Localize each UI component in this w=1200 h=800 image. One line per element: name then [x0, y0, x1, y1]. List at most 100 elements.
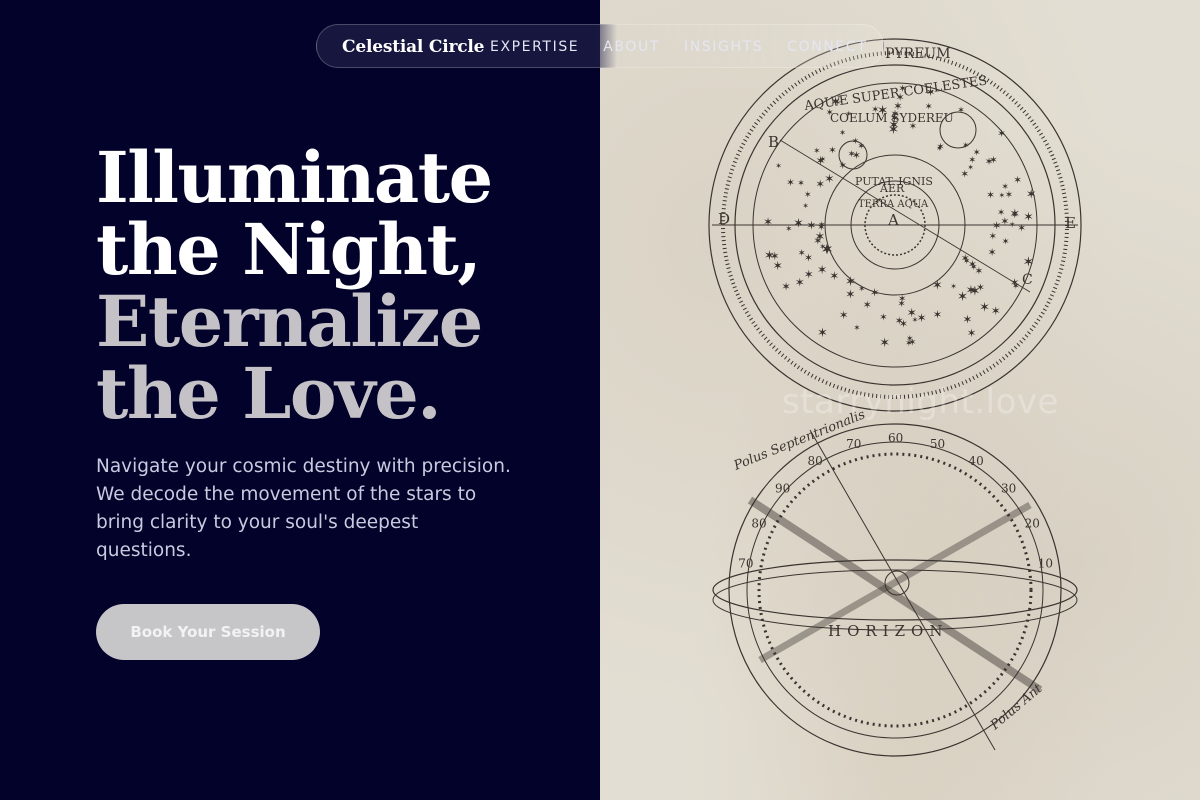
star-icon: ✶: [1002, 237, 1010, 248]
navbar: Celestial Circle EXPERTISE ABOUT INSIGHT…: [316, 24, 884, 68]
star-icon: ✶: [793, 217, 804, 232]
hero-line-2: the Night,: [96, 208, 482, 291]
star-icon: ✶: [877, 103, 889, 119]
star-icon: ✶: [895, 315, 904, 328]
star-icon: ✶: [804, 190, 811, 200]
hero-line-4: the Love.: [96, 352, 442, 435]
star-icon: ✶: [848, 149, 856, 160]
star-icon: ✶: [857, 141, 865, 152]
star-icon: ✶: [979, 301, 990, 316]
star-icon: ✶: [806, 218, 816, 232]
label-b: B: [768, 133, 779, 151]
star-icon: ✶: [879, 336, 890, 351]
star-icon: ✶: [968, 155, 976, 166]
star-icon: ✶: [1026, 188, 1037, 203]
ring-number: 70: [846, 437, 861, 451]
star-icon: ✶: [817, 326, 828, 341]
ring-number: 80: [808, 454, 823, 468]
star-icon: ✶: [897, 299, 905, 310]
star-icon: ✶: [898, 82, 907, 95]
star-icon: ✶: [819, 155, 826, 165]
star-icon: ✶: [853, 323, 860, 333]
star-icon: ✶: [839, 308, 849, 322]
star-icon: ✶: [802, 201, 809, 211]
hero-subtitle: Navigate your cosmic destiny with precis…: [96, 456, 511, 561]
star-icon: ✶: [1013, 174, 1022, 186]
star-icon: ✶: [926, 86, 935, 99]
star-icon: ✶: [957, 289, 968, 305]
label-horizon: HORIZON: [828, 622, 948, 640]
star-icon: ✶: [989, 154, 998, 166]
label-e: E: [1065, 214, 1076, 232]
star-icon: ✶: [845, 287, 855, 302]
star-icon: ✶: [870, 286, 880, 300]
star-icon: ✶: [1009, 221, 1016, 231]
star-icon: ✶: [817, 223, 825, 234]
star-icon: ✶: [863, 299, 872, 312]
star-icon: ✶: [822, 242, 834, 258]
star-icon: ✶: [1011, 211, 1018, 221]
star-icon: ✶: [830, 95, 841, 110]
ring-number: 80: [751, 516, 766, 530]
star-icon: ✶: [845, 109, 852, 119]
ring-number: 10: [1038, 557, 1053, 571]
star-icon: ✶: [912, 315, 919, 325]
label-polus-antarcticus: Polus Ant: [987, 681, 1046, 734]
star-icon: ✶: [781, 279, 791, 293]
nav-link-expertise[interactable]: EXPERTISE: [490, 39, 579, 55]
star-icon: ✶: [1012, 281, 1020, 292]
star-icon: ✶: [933, 309, 942, 322]
ring-number: 30: [1001, 481, 1016, 495]
star-icon: ✶: [828, 146, 836, 157]
star-icon: ✶: [815, 177, 825, 191]
ring-number: 40: [969, 454, 984, 468]
star-icon: ✶: [925, 102, 933, 113]
star-icon: ✶: [839, 129, 846, 139]
hero-heading: Illuminate the Night, Eternalize the Lov…: [96, 142, 493, 435]
label-d: D: [718, 210, 730, 228]
star-icon: ✶: [932, 278, 943, 293]
star-icon: ✶: [775, 161, 782, 171]
star-icon: ✶: [773, 259, 783, 273]
hero-line-3: Eternalize: [96, 280, 483, 363]
nav-link-connect[interactable]: CONNECT: [787, 39, 867, 55]
star-icon: ✶: [804, 251, 813, 264]
star-icon: ✶: [962, 141, 969, 151]
star-icon: ✶: [829, 269, 839, 283]
star-icon: ✶: [975, 265, 984, 277]
star-icon: ✶: [1023, 209, 1033, 224]
book-session-button[interactable]: Book Your Session: [96, 604, 320, 660]
star-icon: ✶: [936, 142, 944, 153]
star-icon: ✶: [909, 122, 917, 133]
label-terra: TERRA AQUA: [858, 199, 929, 210]
star-icon: ✶: [976, 282, 985, 294]
star-icon: ✶: [962, 312, 972, 326]
ring-number: 20: [1025, 516, 1040, 530]
star-icon: ✶: [988, 246, 997, 259]
illustration-panel: PYREUM AQUÆ SUPER COELESTES COELUM SYDER…: [600, 0, 1200, 800]
label-c: C: [1022, 272, 1033, 288]
star-icon: ✶: [797, 179, 805, 189]
star-icon: ✶: [879, 312, 887, 323]
ring-number: 90: [775, 481, 790, 495]
brand-logo[interactable]: Celestial Circle: [342, 37, 484, 57]
star-icon: ✶: [763, 215, 773, 229]
nav-link-about[interactable]: ABOUT: [603, 39, 660, 55]
star-icon: ✶: [817, 262, 828, 277]
star-icon: ✶: [838, 160, 847, 172]
star-icon: ✶: [804, 268, 814, 282]
star-icon: ✶: [890, 107, 899, 120]
star-icon: ✶: [813, 235, 822, 248]
star-icon: ✶: [991, 304, 1001, 318]
star-icon: ✶: [950, 282, 957, 291]
nav-link-insights[interactable]: INSIGHTS: [684, 39, 763, 55]
star-icon: ✶: [785, 225, 792, 235]
star-icon: ✶: [908, 338, 916, 349]
star-icon: ✶: [989, 231, 997, 242]
star-icon: ✶: [967, 326, 977, 340]
star-icon: ✶: [858, 283, 865, 293]
label-aer: AER: [879, 182, 905, 195]
star-icon: ✶: [1001, 183, 1008, 193]
star-icon: ✶: [824, 172, 834, 186]
label-center-a: A: [887, 211, 899, 229]
